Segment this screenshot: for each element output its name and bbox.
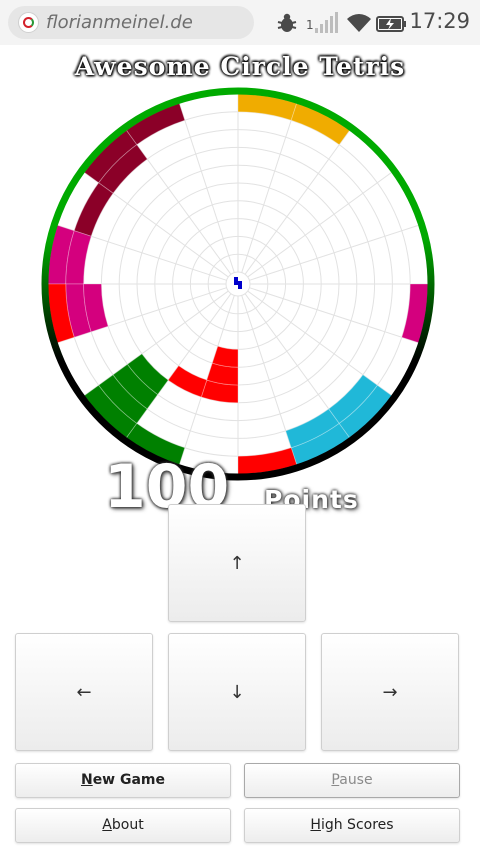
falling-piece xyxy=(234,277,242,289)
high-scores-accesskey: H xyxy=(310,817,321,833)
block-cell xyxy=(73,182,114,237)
arrow-left-icon: ← xyxy=(76,681,92,703)
move-right-button[interactable]: → xyxy=(321,633,459,751)
about-button[interactable]: About xyxy=(15,808,231,843)
about-accesskey: A xyxy=(102,817,112,833)
falling-piece-cell xyxy=(238,281,242,285)
arrow-right-icon: → xyxy=(382,681,398,703)
pause-button[interactable]: Pause xyxy=(244,763,460,798)
rotate-up-button[interactable]: ↑ xyxy=(168,504,306,622)
arrow-down-icon: ↓ xyxy=(229,681,245,703)
arrow-up-icon: ↑ xyxy=(229,552,245,574)
move-left-button[interactable]: ← xyxy=(15,633,153,751)
block-cell xyxy=(211,345,239,368)
new-game-button[interactable]: New Game xyxy=(15,763,231,798)
falling-piece-cell xyxy=(238,285,242,289)
new-game-accesskey: N xyxy=(80,772,93,788)
falling-piece-cell xyxy=(234,281,238,285)
about-label: bout xyxy=(111,817,144,833)
move-down-button[interactable]: ↓ xyxy=(168,633,306,751)
falling-piece-cell xyxy=(234,277,238,281)
pause-label: ause xyxy=(339,772,373,788)
high-scores-button[interactable]: High Scores xyxy=(244,808,460,843)
new-game-label: ew Game xyxy=(92,772,166,788)
high-scores-label: igh Scores xyxy=(320,817,394,833)
block-cell xyxy=(167,365,208,398)
